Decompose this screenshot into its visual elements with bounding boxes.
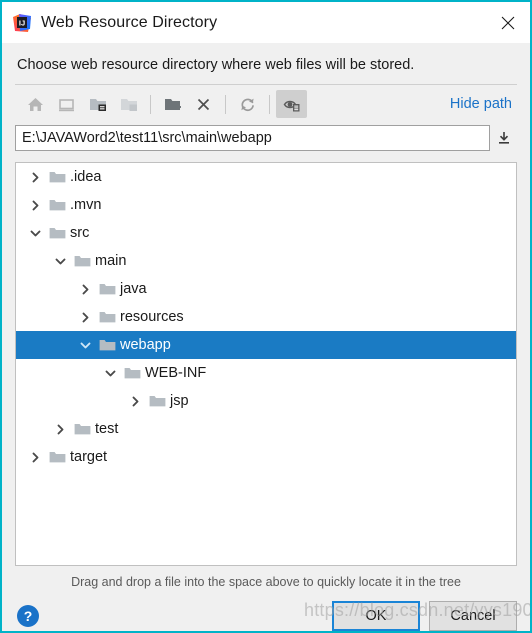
file-chooser-toolbar: Hide path: [15, 85, 517, 123]
close-icon[interactable]: [486, 2, 530, 43]
tree-node-label: target: [70, 449, 108, 465]
window-title: Web Resource Directory: [41, 13, 218, 31]
chevron-right-icon[interactable]: [122, 387, 148, 415]
folder-icon: [98, 275, 116, 303]
show-hidden-files-icon[interactable]: [276, 90, 307, 118]
chevron-right-icon[interactable]: [72, 303, 98, 331]
title-bar: IJ Web Resource Directory: [2, 2, 530, 43]
svg-text:IJ: IJ: [19, 18, 25, 27]
folder-icon: [48, 163, 66, 191]
cancel-button[interactable]: Cancel: [429, 601, 517, 631]
folder-icon: [48, 443, 66, 471]
folder-icon: [98, 331, 116, 359]
chevron-right-icon[interactable]: [22, 191, 48, 219]
dialog-button-bar: ? OK Cancel: [15, 589, 517, 631]
tree-node[interactable]: resources: [16, 303, 516, 331]
chevron-down-icon[interactable]: [72, 331, 98, 359]
tree-node-label: .idea: [70, 169, 102, 185]
tree-node[interactable]: java: [16, 275, 516, 303]
folder-icon: [123, 359, 141, 387]
chevron-right-icon[interactable]: [22, 163, 48, 191]
tree-node-label: WEB-INF: [145, 365, 207, 381]
new-folder-icon[interactable]: [157, 90, 188, 118]
tree-node[interactable]: webapp: [16, 331, 516, 359]
tree-node[interactable]: .idea: [16, 163, 516, 191]
chevron-right-icon[interactable]: [47, 415, 73, 443]
tree-node[interactable]: .mvn: [16, 191, 516, 219]
desktop-icon[interactable]: [51, 90, 82, 118]
intellij-idea-icon: IJ: [12, 13, 32, 33]
tree-node-label: resources: [120, 309, 184, 325]
path-row: E:\JAVAWord2\test11\src\main\webapp: [15, 123, 517, 153]
toolbar-separator-2: [225, 94, 226, 114]
ok-button[interactable]: OK: [332, 601, 420, 631]
help-button[interactable]: ?: [17, 605, 39, 627]
tree-node-label: main: [95, 253, 127, 269]
tree-node[interactable]: main: [16, 247, 516, 275]
toolbar-separator-3: [269, 94, 270, 114]
tree-node[interactable]: jsp: [16, 387, 516, 415]
module-folder-icon: [113, 90, 144, 118]
delete-icon[interactable]: [188, 90, 219, 118]
tree-node-label: test: [95, 421, 119, 437]
path-input[interactable]: E:\JAVAWord2\test11\src\main\webapp: [15, 125, 490, 151]
folder-icon: [98, 303, 116, 331]
tree-node-label: java: [120, 281, 147, 297]
toolbar-separator: [150, 94, 151, 114]
tree-node[interactable]: test: [16, 415, 516, 443]
drag-drop-hint: Drag and drop a file into the space abov…: [71, 575, 461, 589]
tree-node-label: src: [70, 225, 90, 241]
tree-node[interactable]: src: [16, 219, 516, 247]
chevron-down-icon[interactable]: [47, 247, 73, 275]
tree-node-label: .mvn: [70, 197, 102, 213]
folder-icon: [48, 191, 66, 219]
project-folder-icon[interactable]: [82, 90, 113, 118]
tree-node[interactable]: WEB-INF: [16, 359, 516, 387]
home-icon[interactable]: [20, 90, 51, 118]
chevron-down-icon[interactable]: [22, 219, 48, 247]
folder-icon: [48, 219, 66, 247]
hide-path-link[interactable]: Hide path: [450, 96, 517, 112]
directory-tree[interactable]: .idea .mvn src main java resources webapp WEB-I…: [15, 162, 517, 566]
download-arrow-icon[interactable]: [490, 125, 517, 151]
chevron-down-icon[interactable]: [97, 359, 123, 387]
tree-node-label: webapp: [120, 337, 171, 353]
dialog-subtitle: Choose web resource directory where web …: [17, 57, 415, 73]
web-resource-directory-dialog: IJ Web Resource Directory Choose web res…: [0, 0, 532, 633]
chevron-right-icon[interactable]: [72, 275, 98, 303]
folder-icon: [73, 415, 91, 443]
folder-icon: [148, 387, 166, 415]
chevron-right-icon[interactable]: [22, 443, 48, 471]
tree-node[interactable]: target: [16, 443, 516, 471]
tree-node-label: jsp: [170, 393, 189, 409]
dialog-body: Choose web resource directory where web …: [2, 43, 530, 631]
folder-icon: [73, 247, 91, 275]
refresh-icon[interactable]: [232, 90, 263, 118]
